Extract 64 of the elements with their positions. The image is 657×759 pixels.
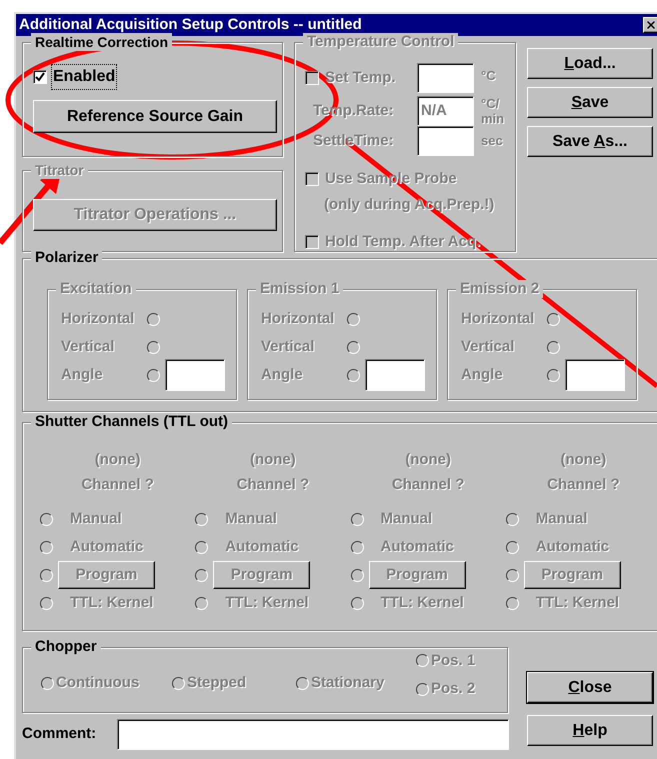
angle-field[interactable] — [565, 359, 625, 391]
angle-field[interactable] — [365, 359, 425, 391]
angle-field[interactable] — [165, 359, 225, 391]
radio-label: Vertical — [261, 336, 316, 357]
shutter-option: Manual — [536, 508, 588, 530]
radio-label: Horizontal — [261, 308, 336, 329]
group-title: Emission 2 — [456, 280, 544, 298]
shutter-option: Automatic — [536, 536, 610, 558]
shutter-option: Manual — [380, 508, 432, 530]
position-option: Pos. 1 — [431, 650, 476, 672]
dialog-button[interactable]: Help — [527, 715, 653, 746]
channel-label: Channel ? — [81, 475, 154, 495]
radio-label: Horizontal — [461, 308, 536, 329]
side-button[interactable]: Save As... — [527, 126, 653, 157]
comment-field[interactable] — [117, 719, 509, 750]
group-title: Shutter Channels (TTL out) — [31, 413, 232, 431]
shutter-option: Manual — [225, 508, 277, 530]
radio-label: Angle — [461, 364, 504, 385]
channel-name: (none) — [94, 450, 141, 470]
unit-label: min — [481, 111, 504, 126]
dialog-button[interactable]: Close — [527, 672, 653, 703]
shutter-option: TTL: Kernel — [225, 592, 309, 614]
group-title: Chopper — [31, 638, 101, 656]
chopper-option: Stationary — [311, 672, 384, 694]
settle-time-field[interactable] — [417, 126, 474, 156]
shutter-option: Automatic — [70, 536, 144, 558]
shutter-option: TTL: Kernel — [536, 592, 620, 614]
group-title: Temperature Control — [303, 33, 458, 51]
channel-label: Channel ? — [392, 475, 464, 495]
unit-label: °C/ — [481, 96, 500, 111]
radio-label: Angle — [261, 364, 304, 385]
window-title: Additional Acquisition Setup Controls -- untitled — [19, 14, 362, 35]
set-temp-label: Set Temp. — [325, 68, 397, 88]
channel-name: (none) — [250, 450, 296, 470]
position-option: Pos. 2 — [431, 678, 476, 700]
close-button[interactable] — [643, 17, 657, 33]
checkbox-label: Enabled — [51, 64, 118, 90]
channel-name: (none) — [405, 450, 452, 470]
radio-label: Horizontal — [61, 308, 136, 329]
radio-label: Angle — [61, 364, 104, 385]
reference-source-gain-button[interactable]: Reference Source Gain — [33, 100, 277, 133]
unit-label: sec — [481, 132, 503, 150]
comment-label: Comment: — [22, 724, 98, 744]
shutter-option: Automatic — [225, 536, 299, 558]
radio-label: Vertical — [61, 336, 116, 357]
channel-label: Channel ? — [547, 475, 620, 495]
checkmark-icon — [35, 72, 45, 82]
checkbox[interactable] — [33, 70, 47, 84]
chopper-option: Stepped — [187, 672, 246, 694]
shutter-option: Automatic — [380, 536, 454, 558]
radio-label: Vertical — [461, 336, 516, 357]
channel-label: Channel ? — [236, 475, 310, 495]
close-icon — [645, 19, 657, 31]
chopper-option: Continuous — [56, 672, 140, 694]
side-button[interactable]: Save — [527, 87, 653, 118]
group-title: Realtime Correction — [31, 33, 172, 51]
channel-name: (none) — [560, 450, 606, 470]
side-button[interactable]: Load... — [527, 48, 653, 79]
settle-time-label: SettleTime: — [313, 130, 395, 151]
shutter-option: Manual — [70, 508, 122, 530]
shutter-option: TTL: Kernel — [380, 592, 464, 614]
unit-label: °C — [481, 67, 496, 85]
shutter-option: TTL: Kernel — [70, 592, 154, 614]
set-temp-field[interactable] — [417, 63, 474, 93]
